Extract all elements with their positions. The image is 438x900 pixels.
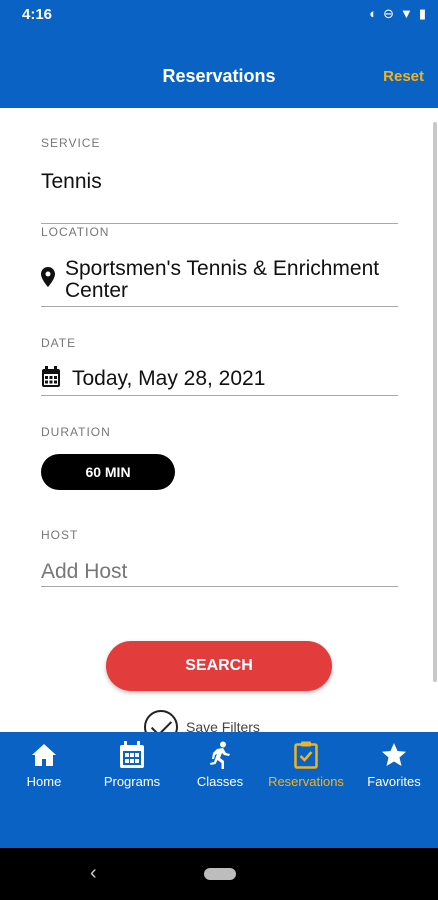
location-underline bbox=[41, 306, 398, 307]
back-icon[interactable]: ‹ bbox=[90, 862, 97, 885]
duration-label: DURATION bbox=[41, 425, 111, 439]
location-field[interactable]: LOCATION Sportsmen's Tennis & Enrichment… bbox=[41, 225, 398, 307]
runner-icon bbox=[176, 740, 264, 770]
calendar-icon bbox=[42, 366, 60, 387]
tab-reservations[interactable]: Reservations bbox=[262, 740, 350, 798]
status-icons: ◐ ⊖ ▼ ▮ bbox=[369, 6, 426, 22]
date-value: Today, May 28, 2021 bbox=[72, 367, 266, 390]
tab-favorites-label: Favorites bbox=[367, 774, 421, 789]
status-bar: 4:16 ◐ ⊖ ▼ ▮ bbox=[0, 0, 438, 30]
battery-icon: ▮ bbox=[418, 6, 426, 21]
location-pin-icon bbox=[41, 267, 55, 287]
duration-field: DURATION 60 MIN bbox=[41, 425, 398, 490]
page-title: Reservations bbox=[162, 66, 276, 86]
service-underline bbox=[41, 223, 398, 224]
location-value-line2: Center bbox=[65, 279, 129, 302]
tab-classes-label: Classes bbox=[196, 774, 244, 789]
status-time: 4:16 bbox=[22, 6, 53, 23]
service-label: SERVICE bbox=[41, 136, 101, 150]
tab-reservations-label: Reservations bbox=[268, 774, 344, 789]
reset-button[interactable]: Reset bbox=[383, 68, 424, 85]
tab-programs-label: Programs bbox=[103, 774, 161, 789]
calendar-icon bbox=[88, 740, 176, 770]
wifi-icon: ▼ bbox=[399, 6, 413, 21]
location-value-line1: Sportsmen's Tennis & Enrichment bbox=[65, 257, 380, 280]
system-nav-bar: ‹ bbox=[0, 848, 438, 900]
search-button[interactable]: SEARCH bbox=[106, 641, 332, 691]
service-value: Tennis bbox=[41, 170, 102, 193]
clipboard-check-icon bbox=[262, 740, 350, 770]
service-field[interactable]: SERVICE Tennis bbox=[41, 136, 398, 224]
tab-programs[interactable]: Programs bbox=[88, 740, 176, 798]
host-underline bbox=[41, 586, 398, 587]
home-icon bbox=[0, 740, 88, 770]
reservation-form: SERVICE Tennis LOCATION Sportsmen's Tenn… bbox=[0, 108, 438, 732]
home-pill-button[interactable] bbox=[204, 868, 236, 880]
tab-home-label: Home bbox=[26, 774, 62, 789]
date-label: DATE bbox=[41, 336, 77, 350]
dnd-icon: ⊖ bbox=[383, 6, 394, 21]
date-underline bbox=[41, 395, 398, 396]
host-label: HOST bbox=[41, 528, 79, 542]
save-filters[interactable]: Save Filters bbox=[144, 709, 260, 732]
date-field[interactable]: DATE Today, May 28, 2021 bbox=[41, 336, 398, 398]
bottom-tab-bar: Home Programs Classes Reservations Favor… bbox=[0, 732, 438, 848]
duration-60-min-chip[interactable]: 60 MIN bbox=[41, 454, 175, 490]
app-bar: Reservations Reset bbox=[0, 30, 438, 108]
save-filters-checkbox[interactable] bbox=[144, 710, 178, 732]
star-icon bbox=[350, 740, 438, 770]
host-input[interactable]: Add Host bbox=[41, 560, 127, 584]
vibrate-icon: ◐ bbox=[369, 6, 378, 21]
host-field[interactable]: HOST Add Host bbox=[41, 528, 398, 587]
tab-home[interactable]: Home bbox=[0, 740, 88, 798]
scrollbar[interactable] bbox=[433, 122, 437, 682]
location-value: Sportsmen's Tennis & Enrichment Center bbox=[65, 258, 405, 302]
save-filters-label: Save Filters bbox=[186, 719, 260, 732]
location-label: LOCATION bbox=[41, 225, 110, 239]
tab-classes[interactable]: Classes bbox=[176, 740, 264, 798]
tab-favorites[interactable]: Favorites bbox=[350, 740, 438, 798]
